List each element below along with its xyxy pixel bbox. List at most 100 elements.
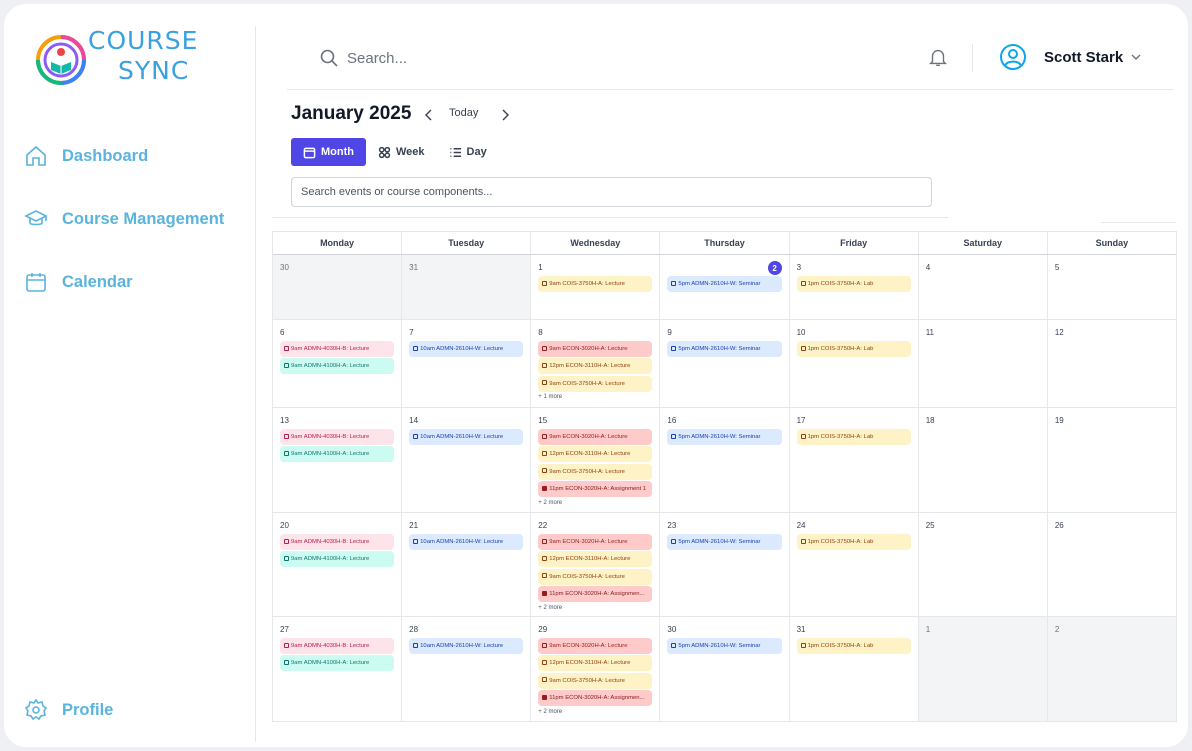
calendar-event[interactable]: 9am ADMN-4100H-A: Lecture [280, 446, 395, 463]
calendar-event[interactable]: 9am ADMN-4030H-B: Lecture [280, 638, 395, 654]
calendar-day-cell[interactable]: 1 9am COIS-3750H-A: Lecture [531, 255, 661, 319]
calendar-event[interactable]: 10am ADMN-2610H-W: Lecture [409, 638, 524, 654]
today-button[interactable]: Today [449, 107, 478, 119]
day-number: 11 [925, 328, 935, 337]
calendar-event[interactable]: 10am ADMN-2610H-W: Lecture [409, 534, 524, 550]
calendar-event[interactable]: 9am ECON-3020H-A: Lecture [538, 638, 653, 654]
calendar-day-cell[interactable]: 16 5pm ADMN-2610H-W: Seminar [660, 408, 790, 512]
user-avatar-icon[interactable] [999, 43, 1027, 71]
calendar-event[interactable]: 5pm ADMN-2610H-W: Seminar [667, 276, 782, 292]
calendar-day-cell[interactable]: 21 10am ADMN-2610H-W: Lecture [402, 513, 532, 616]
calendar-day-cell[interactable]: 30 [273, 255, 403, 319]
chevron-left-icon[interactable] [422, 107, 436, 123]
calendar-day-cell[interactable]: 17 1pm COIS-3750H-A: Lab [790, 408, 919, 512]
tab-month[interactable]: Month [291, 138, 366, 166]
calendar-day-cell[interactable]: 20 9am ADMN-4030H-B: Lecture 9am ADMN-4100… [273, 513, 403, 616]
calendar-event[interactable]: 9am COIS-3750H-A: Lecture [538, 276, 653, 292]
calendar-event[interactable]: 11pm ECON-3020H-A: Assignmen... [538, 690, 653, 707]
calendar-event[interactable]: 9am ADMN-4030H-B: Lecture [280, 341, 395, 357]
event-label: 9am COIS-3750H-A: Lecture [549, 380, 625, 387]
calendar-event[interactable]: 9am COIS-3750H-A: Lecture [538, 568, 653, 585]
more-events-link[interactable]: + 2 more [538, 499, 652, 508]
calendar-event[interactable]: 1pm COIS-3750H-A: Lab [796, 638, 911, 654]
calendar-day-cell[interactable]: 11 [919, 320, 1048, 407]
calendar-event[interactable]: 9am ECON-3020H-A: Lecture [538, 341, 653, 357]
calendar-event[interactable]: 5pm ADMN-2610H-W: Seminar [667, 429, 782, 445]
calendar-event[interactable]: 9am COIS-3750H-A: Lecture [538, 463, 653, 480]
calendar-event[interactable]: 1pm COIS-3750H-A: Lab [796, 429, 911, 445]
calendar-day-cell[interactable]: 18 [919, 408, 1048, 512]
calendar-day-cell[interactable]: 31 1pm COIS-3750H-A: Lab [790, 617, 919, 721]
sidebar-item-profile[interactable]: Profile [24, 695, 113, 725]
calendar-event[interactable]: 9am ADMN-4030H-B: Lecture [280, 534, 395, 550]
event-label: 10am ADMN-2610H-W: Lecture [420, 539, 504, 545]
calendar-day-cell[interactable]: 25 [919, 513, 1048, 616]
course-sync-logo[interactable]: COURSE SYNC [32, 24, 232, 90]
calendar-event[interactable]: 10am ADMN-2610H-W: Lecture [409, 341, 524, 357]
calendar-event[interactable]: 9am ECON-3020H-A: Lecture [538, 534, 653, 550]
calendar-day-cell[interactable]: 10 1pm COIS-3750H-A: Lab [790, 320, 919, 407]
bell-icon[interactable] [927, 46, 949, 68]
calendar-event[interactable]: 5pm ADMN-2610H-W: Seminar [667, 534, 782, 550]
chevron-down-icon[interactable] [1129, 50, 1143, 64]
tab-week[interactable]: Week [366, 138, 437, 166]
calendar-day-cell[interactable]: 3 1pm COIS-3750H-A: Lab [790, 255, 919, 319]
calendar-event[interactable]: 9am ADMN-4100H-A: Lecture [280, 655, 395, 672]
calendar-day-cell[interactable]: 26 [1048, 513, 1176, 616]
calendar-event[interactable]: 5pm ADMN-2610H-W: Seminar [667, 638, 782, 654]
more-events-link[interactable]: + 2 more [538, 604, 652, 613]
calendar-day-cell[interactable]: 8 9am ECON-3020H-A: Lecture 12pm ECON-3110… [531, 320, 661, 407]
day-events: 9am COIS-3750H-A: Lecture [538, 276, 653, 293]
calendar-event[interactable]: 12pm ECON-3110H-A: Lecture [538, 446, 653, 463]
global-search-input[interactable] [347, 44, 747, 72]
calendar-event[interactable]: 12pm ECON-3110H-A: Lecture [538, 358, 653, 375]
calendar-day-cell[interactable]: 31 [402, 255, 532, 319]
more-events-link[interactable]: + 2 more [538, 708, 652, 717]
calendar-event[interactable]: 9am COIS-3750H-A: Lecture [538, 672, 653, 689]
event-search-input[interactable] [291, 177, 932, 207]
calendar-event[interactable]: 9am COIS-3750H-A: Lecture [538, 375, 653, 392]
chevron-right-icon[interactable] [498, 107, 512, 123]
user-name[interactable]: Scott Stark [1044, 49, 1123, 66]
event-label: 5pm ADMN-2610H-W: Seminar [678, 281, 761, 287]
calendar-day-cell[interactable]: 23 5pm ADMN-2610H-W: Seminar [660, 513, 790, 616]
calendar-event[interactable]: 1pm COIS-3750H-A: Lab [796, 276, 911, 292]
calendar-event[interactable]: 1pm COIS-3750H-A: Lab [796, 534, 911, 550]
calendar-event[interactable]: 12pm ECON-3110H-A: Lecture [538, 655, 653, 672]
calendar-day-cell[interactable]: 9 5pm ADMN-2610H-W: Seminar [660, 320, 790, 407]
sidebar-item-course-management[interactable]: Course Management [24, 204, 224, 234]
calendar-event[interactable]: 12pm ECON-3110H-A: Lecture [538, 551, 653, 568]
calendar-day-cell[interactable]: 27 9am ADMN-4030H-B: Lecture 9am ADMN-4100… [273, 617, 403, 721]
calendar-day-cell[interactable]: 2 [1047, 617, 1176, 721]
calendar-day-cell[interactable]: 24 1pm COIS-3750H-A: Lab [790, 513, 919, 616]
sidebar-divider [255, 26, 256, 742]
calendar-day-cell[interactable]: 12 [1048, 320, 1176, 407]
calendar-event[interactable]: 5pm ADMN-2610H-W: Seminar [667, 341, 782, 357]
calendar-event[interactable]: 11pm ECON-3020H-A: Assignmen... [538, 586, 653, 603]
calendar-day-cell[interactable]: 7 10am ADMN-2610H-W: Lecture [402, 320, 532, 407]
calendar-day-cell[interactable]: 19 [1048, 408, 1176, 512]
calendar-day-cell[interactable]: 14 10am ADMN-2610H-W: Lecture [402, 408, 532, 512]
sidebar-item-calendar[interactable]: Calendar [24, 267, 133, 297]
calendar-event[interactable]: 11pm ECON-3020H-A: Assignment 1 [538, 481, 653, 498]
calendar-day-cell[interactable]: 13 9am ADMN-4030H-B: Lecture 9am ADMN-4100… [273, 408, 403, 512]
calendar-day-cell[interactable]: 4 [919, 255, 1048, 319]
calendar-day-cell[interactable]: 30 5pm ADMN-2610H-W: Seminar [660, 617, 790, 721]
calendar-event[interactable]: 9am ADMN-4100H-A: Lecture [280, 551, 395, 568]
calendar-event[interactable]: 9am ADMN-4030H-B: Lecture [280, 429, 395, 445]
calendar-day-cell[interactable]: 1 [918, 617, 1048, 721]
calendar-day-cell[interactable]: 29 9am ECON-3020H-A: Lecture 12pm ECON-311… [531, 617, 661, 721]
calendar-day-cell[interactable]: 22 9am ECON-3020H-A: Lecture 12pm ECON-311… [531, 513, 661, 616]
calendar-day-cell[interactable]: 28 10am ADMN-2610H-W: Lecture [402, 617, 532, 721]
calendar-event[interactable]: 9am ECON-3020H-A: Lecture [538, 429, 653, 445]
calendar-event[interactable]: 1pm COIS-3750H-A: Lab [796, 341, 911, 357]
calendar-day-cell[interactable]: 5 [1048, 255, 1176, 319]
tab-day[interactable]: Day [437, 138, 499, 166]
sidebar-item-dashboard[interactable]: Dashboard [24, 141, 148, 171]
more-events-link[interactable]: + 1 more [538, 393, 652, 402]
calendar-day-cell[interactable]: 6 9am ADMN-4030H-B: Lecture 9am ADMN-4100H… [273, 320, 403, 407]
calendar-event[interactable]: 9am ADMN-4100H-A: Lecture [280, 358, 395, 375]
calendar-event[interactable]: 10am ADMN-2610H-W: Lecture [409, 429, 524, 445]
calendar-day-cell[interactable]: 15 9am ECON-3020H-A: Lecture 12pm ECON-311… [531, 408, 661, 512]
calendar-day-cell[interactable]: 2 5pm ADMN-2610H-W: Seminar [660, 255, 790, 319]
